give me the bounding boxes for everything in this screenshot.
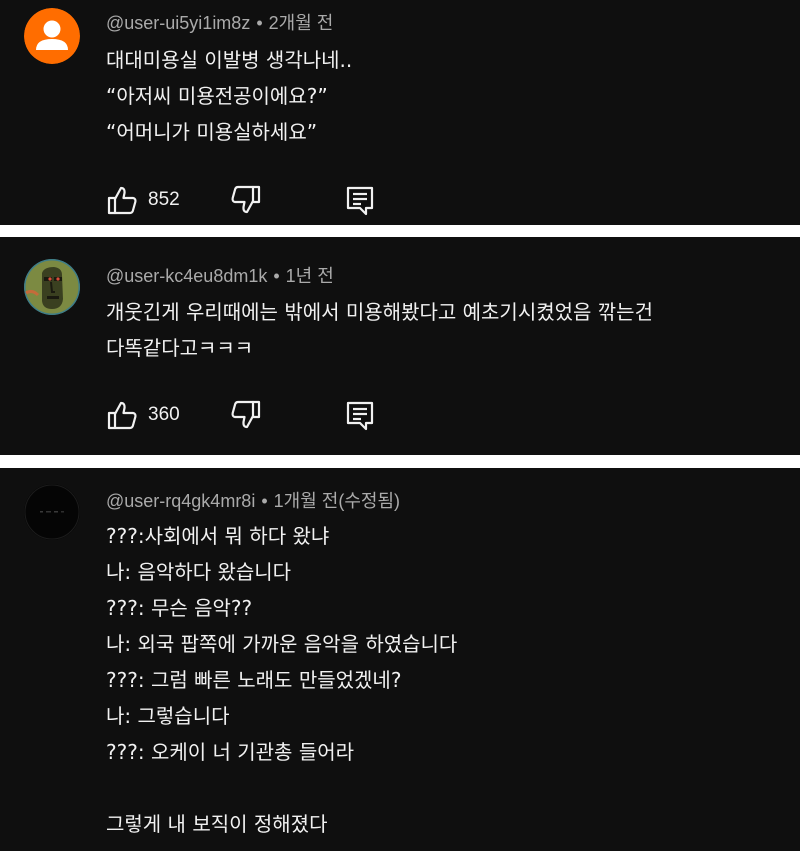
username[interactable]: @user-kc4eu8dm1k — [106, 266, 267, 286]
comment-line: 나: 외국 팝쪽에 가까운 음악을 하였습니다 — [106, 632, 458, 656]
username[interactable]: @user-ui5yi1im8z — [106, 13, 250, 33]
comment-line: 나: 음악하다 왔습니다 — [106, 560, 292, 584]
comment-line: 다똑같다고ㅋㅋㅋ — [106, 336, 254, 360]
like-button[interactable]: 360 — [106, 395, 180, 435]
thumbs-up-icon — [107, 401, 137, 430]
moai-statue-icon — [24, 259, 80, 315]
dislike-button[interactable] — [230, 180, 262, 220]
like-count: 852 — [148, 189, 180, 210]
comment-line: 그렇게 내 보직이 정해졌다 — [106, 812, 328, 836]
dislike-button[interactable] — [230, 395, 262, 435]
avatar[interactable] — [24, 484, 80, 540]
comment-meta: @user-rq4gk4mr8i • 1개월 전(수정됨) — [106, 487, 400, 513]
meta-separator: • — [273, 266, 280, 286]
thumbs-down-icon — [231, 185, 261, 214]
comment-3: @user-rq4gk4mr8i • 1개월 전(수정됨) ???:사회에서 뭐 하… — [0, 468, 800, 851]
like-count: 360 — [148, 404, 180, 425]
comment-line: 대대미용실 이발병 생각나네.. — [106, 48, 353, 72]
comment-line: ???: 무슨 음악?? — [106, 596, 253, 620]
comment-line: ???:사회에서 뭐 하다 왔냐 — [106, 524, 330, 548]
comment-line: ???: 그럼 빠른 노래도 만들었겠네? — [106, 668, 402, 692]
thumbs-up-icon — [107, 186, 137, 215]
timestamp[interactable]: 1년 전 — [286, 266, 334, 286]
comment-line: “아저씨 미용전공이에요?” — [106, 84, 328, 108]
comment-text: 개웃긴게 우리때에는 밖에서 미용해봤다고 예초기시켰었음 깎는건 다똑같다고ㅋ… — [106, 294, 770, 366]
comment-line: 나: 그렇습니다 — [106, 704, 230, 728]
thumbs-down-icon — [231, 400, 261, 429]
dark-avatar-icon — [24, 484, 80, 540]
comment-actions: 360 — [106, 395, 406, 435]
comment-line: “어머니가 미용실하세요” — [106, 120, 318, 144]
comment-text: 대대미용실 이발병 생각나네.. “아저씨 미용전공이에요?” “어머니가 미용… — [106, 42, 770, 150]
avatar[interactable] — [24, 8, 80, 64]
comment-meta: @user-kc4eu8dm1k • 1년 전 — [106, 262, 334, 288]
person-silhouette-icon — [24, 8, 80, 64]
reply-comment-icon — [346, 401, 374, 431]
reply-button[interactable] — [344, 180, 376, 220]
reply-button[interactable] — [344, 395, 376, 435]
comment-text: ???:사회에서 뭐 하다 왔냐 나: 음악하다 왔습니다 ???: 무슨 음악… — [106, 518, 770, 842]
timestamp[interactable]: 1개월 전(수정됨) — [274, 491, 400, 511]
comment-2: @user-kc4eu8dm1k • 1년 전 개웃긴게 우리때에는 밖에서 미용해… — [0, 237, 800, 455]
comment-line: 개웃긴게 우리때에는 밖에서 미용해봤다고 예초기시켰었음 깎는건 — [106, 300, 653, 324]
comment-actions: 852 — [106, 180, 406, 220]
username[interactable]: @user-rq4gk4mr8i — [106, 491, 255, 511]
comment-line: ???: 오케이 너 기관총 들어라 — [106, 740, 355, 764]
avatar[interactable] — [24, 259, 80, 315]
like-button[interactable]: 852 — [106, 180, 180, 220]
meta-separator: • — [256, 13, 263, 33]
meta-separator: • — [261, 491, 268, 511]
comment-1: @user-ui5yi1im8z • 2개월 전 대대미용실 이발병 생각나네.. … — [0, 0, 800, 225]
timestamp[interactable]: 2개월 전 — [269, 13, 334, 33]
comment-meta: @user-ui5yi1im8z • 2개월 전 — [106, 9, 333, 35]
reply-comment-icon — [346, 186, 374, 216]
